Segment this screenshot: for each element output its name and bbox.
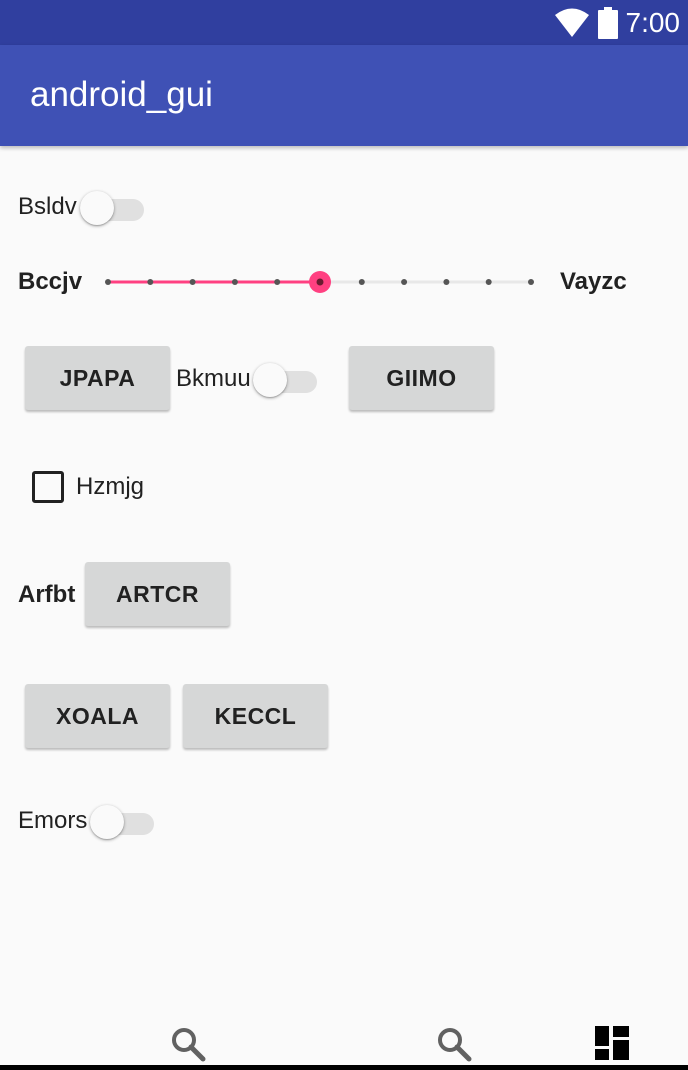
bccjv-label: Bccjv bbox=[18, 268, 83, 295]
search-icon[interactable] bbox=[436, 1026, 472, 1062]
slider-tick bbox=[401, 279, 408, 285]
bottom-nav-line bbox=[0, 1065, 688, 1070]
xoala-button[interactable]: XOALA bbox=[25, 684, 170, 748]
bottom-nav bbox=[0, 1010, 688, 1070]
slider-tick bbox=[358, 279, 365, 285]
discrete-slider[interactable] bbox=[98, 262, 542, 302]
slider-tick bbox=[443, 279, 450, 285]
app-title: android_gui bbox=[30, 75, 213, 114]
jpapa-button[interactable]: JPAPA bbox=[25, 346, 170, 410]
emors-label: Emors bbox=[18, 807, 88, 834]
slider-graphic bbox=[105, 271, 534, 293]
slider-tick bbox=[105, 279, 111, 285]
slider-tick bbox=[231, 279, 238, 285]
hzmjg-checkbox-row[interactable]: Hzmjg bbox=[30, 468, 170, 504]
status-icons: 7:00 bbox=[554, 0, 681, 45]
bsldv-switch[interactable] bbox=[80, 189, 144, 225]
app-bar: android_gui bbox=[0, 45, 688, 146]
hzmjg-checkbox[interactable] bbox=[32, 471, 64, 503]
giimo-button[interactable]: GIIMO bbox=[349, 346, 494, 410]
slider-tick bbox=[485, 279, 492, 285]
slider-tick bbox=[147, 279, 154, 285]
status-time: 7:00 bbox=[625, 6, 681, 38]
wifi-icon bbox=[554, 8, 589, 37]
slider-tick bbox=[528, 279, 534, 285]
slider-tick bbox=[274, 279, 281, 285]
battery-icon bbox=[597, 6, 618, 39]
emors-switch[interactable] bbox=[90, 803, 154, 839]
switch-thumb bbox=[80, 191, 114, 225]
slider-tick bbox=[189, 279, 196, 285]
bkmuu-label: Bkmuu bbox=[176, 365, 251, 392]
slider-thumb-center bbox=[316, 278, 324, 286]
dashboard-icon[interactable] bbox=[595, 1026, 629, 1060]
search-icon[interactable] bbox=[170, 1026, 206, 1062]
switch-thumb bbox=[90, 805, 124, 839]
bkmuu-switch[interactable] bbox=[253, 361, 317, 397]
artcr-button[interactable]: ARTCR bbox=[85, 562, 230, 626]
bsldv-label: Bsldv bbox=[18, 193, 77, 220]
switch-thumb bbox=[253, 363, 287, 397]
vayzc-label: Vayzc bbox=[560, 268, 627, 295]
hzmjg-label: Hzmjg bbox=[76, 473, 145, 500]
keccl-button[interactable]: KECCL bbox=[183, 684, 328, 748]
arfbt-label: Arfbt bbox=[18, 581, 76, 608]
status-bar: 7:00 bbox=[0, 0, 688, 45]
